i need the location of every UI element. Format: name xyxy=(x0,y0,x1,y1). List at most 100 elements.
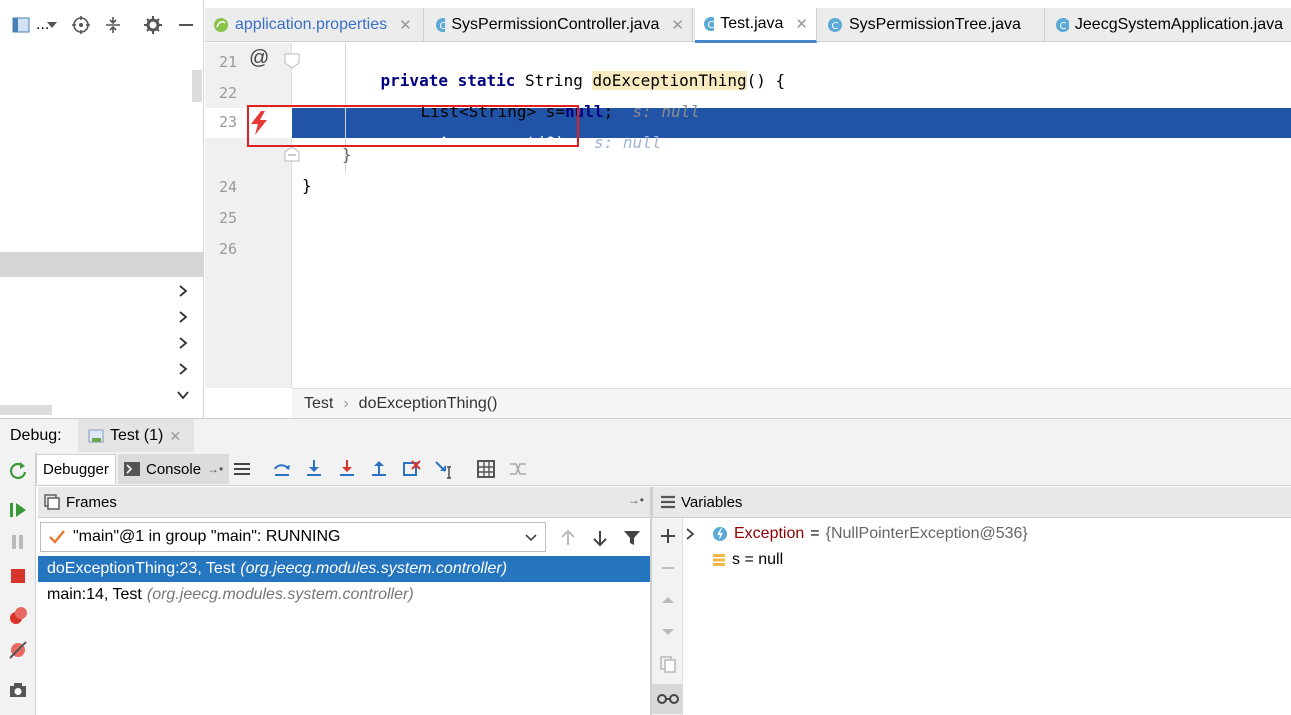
step-into-icon[interactable] xyxy=(304,459,324,479)
editor-tab-bar: application.properties ✕ C SysPermission… xyxy=(205,8,1291,43)
show-execution-point-icon[interactable] xyxy=(232,459,252,479)
line-number: 26 xyxy=(218,240,237,258)
frames-icon xyxy=(44,494,60,510)
line-number: 23 xyxy=(218,113,237,131)
camera-icon[interactable] xyxy=(8,680,28,700)
chevron-down-icon xyxy=(525,534,537,542)
pin-icon[interactable]: →• xyxy=(628,493,644,507)
line-number: 25 xyxy=(218,209,237,227)
chevron-down-icon[interactable] xyxy=(176,388,190,402)
mute-breakpoints-icon[interactable] xyxy=(8,640,28,660)
pin-icon[interactable]: →• xyxy=(207,462,223,476)
move-up-icon[interactable] xyxy=(658,590,678,610)
add-watch-icon[interactable] xyxy=(658,526,678,546)
chevron-right-icon[interactable] xyxy=(176,362,190,376)
annotation-highlight-box xyxy=(247,105,579,147)
svg-text:C: C xyxy=(832,21,839,32)
line-number: 22 xyxy=(218,84,237,102)
tab-console[interactable]: Console →• xyxy=(118,454,230,484)
frames-panel-header: Frames →• xyxy=(38,487,650,518)
chevron-right-icon[interactable] xyxy=(176,336,190,350)
close-icon[interactable]: ✕ xyxy=(169,428,181,445)
tab-application-properties[interactable]: application.properties ✕ xyxy=(205,8,424,42)
debug-window-header: Debug: Test (1) ✕ xyxy=(0,418,1291,453)
minimize-icon[interactable] xyxy=(178,16,194,34)
remove-watch-icon[interactable] xyxy=(658,558,678,578)
project-sidebar: ... xyxy=(0,0,204,418)
stop-icon[interactable] xyxy=(8,566,28,586)
frame-row[interactable]: doExceptionThing:23, Test (org.jeecg.modu… xyxy=(38,556,650,582)
console-icon xyxy=(124,462,140,476)
move-down-icon[interactable] xyxy=(658,622,678,642)
checkmark-icon xyxy=(49,530,65,544)
debug-label: Debug: xyxy=(10,427,62,444)
variables-panel-header: Variables xyxy=(653,487,1291,518)
variable-row[interactable]: Exception = {NullPointerException@536} xyxy=(684,521,1028,547)
frame-row[interactable]: main:14, Test (org.jeecg.modules.system.c… xyxy=(38,582,650,608)
tab-debugger[interactable]: Debugger xyxy=(36,454,116,484)
collapse-all-icon[interactable] xyxy=(104,16,122,34)
chevron-right-icon[interactable] xyxy=(684,527,696,541)
java-class-icon: C xyxy=(436,18,446,32)
filter-icon[interactable] xyxy=(622,528,642,548)
debug-session-tab[interactable]: Test (1) ✕ xyxy=(78,419,194,453)
line-number: 21 xyxy=(218,53,237,71)
tab-label: SysPermissionController.java xyxy=(451,16,660,33)
thread-label: "main"@1 in group "main": RUNNING xyxy=(73,528,341,545)
tab-test-java[interactable]: C Test.java ✕ xyxy=(695,8,817,43)
tab-syspermissiontree[interactable]: C SysPermissionTree.java xyxy=(819,8,1045,42)
variable-row[interactable]: s = null xyxy=(712,547,783,573)
breadcrumb-method[interactable]: doExceptionThing() xyxy=(359,395,498,413)
project-view-icon[interactable] xyxy=(12,17,30,33)
run-to-cursor-icon[interactable] xyxy=(434,459,454,479)
tab-label: JeecgSystemApplication.java xyxy=(1074,16,1283,33)
close-icon[interactable]: ✕ xyxy=(795,15,808,33)
sidebar-hscrollbar[interactable] xyxy=(0,405,52,415)
close-icon[interactable]: ✕ xyxy=(671,16,684,34)
breadcrumb-class[interactable]: Test xyxy=(304,395,333,413)
tab-syspermissioncontroller[interactable]: C SysPermissionController.java ✕ xyxy=(427,8,693,42)
debug-side-toolbar xyxy=(0,452,36,715)
force-step-into-icon[interactable] xyxy=(337,459,357,479)
dropdown-arrow-icon[interactable] xyxy=(47,22,57,28)
code-editor[interactable]: private static String doExceptionThing()… xyxy=(292,43,1291,388)
tab-label: application.properties xyxy=(235,16,388,33)
code-line-24: } xyxy=(342,145,352,164)
step-out-icon[interactable] xyxy=(369,459,389,479)
java-class-icon: C xyxy=(1056,18,1069,32)
svg-text:C: C xyxy=(708,20,715,31)
tab-label: Test.java xyxy=(720,15,784,32)
view-breakpoints-icon[interactable] xyxy=(8,606,28,626)
override-marker-icon[interactable]: @ xyxy=(249,47,269,70)
rerun-icon[interactable] xyxy=(8,460,28,480)
exception-icon xyxy=(713,527,727,541)
sidebar-scrollbar[interactable] xyxy=(192,70,202,102)
pause-icon[interactable] xyxy=(8,532,28,552)
step-over-icon[interactable] xyxy=(272,459,292,479)
java-class-icon: C xyxy=(704,16,715,31)
thread-selector[interactable]: "main"@1 in group "main": RUNNING xyxy=(40,522,546,552)
resume-icon[interactable] xyxy=(8,500,28,520)
copy-icon[interactable] xyxy=(658,654,678,674)
previous-frame-icon[interactable] xyxy=(558,528,578,548)
svg-text:C: C xyxy=(440,21,446,32)
properties-file-icon xyxy=(214,18,228,32)
next-frame-icon[interactable] xyxy=(590,528,610,548)
inline-value-hint: s: null xyxy=(593,133,662,152)
list-icon xyxy=(661,495,675,509)
close-icon[interactable]: ✕ xyxy=(399,16,412,34)
gear-icon[interactable] xyxy=(144,16,162,34)
chevron-right-icon[interactable] xyxy=(176,310,190,324)
drop-frame-icon[interactable] xyxy=(402,459,422,479)
editor-gutter[interactable]: 21 22 24 25 26 @ xyxy=(205,43,300,388)
variables-title: Variables xyxy=(681,493,743,511)
java-class-icon: C xyxy=(828,18,842,32)
frames-title: Frames xyxy=(66,493,117,511)
chevron-right-icon[interactable] xyxy=(176,284,190,298)
tab-jeecgsystemapplication[interactable]: C JeecgSystemApplication.java xyxy=(1047,8,1291,42)
trace-icon[interactable] xyxy=(508,459,528,479)
watches-toggle[interactable] xyxy=(652,684,683,714)
locate-icon[interactable] xyxy=(72,16,90,34)
tree-row-selected[interactable] xyxy=(0,252,204,277)
evaluate-expression-icon[interactable] xyxy=(476,459,496,479)
